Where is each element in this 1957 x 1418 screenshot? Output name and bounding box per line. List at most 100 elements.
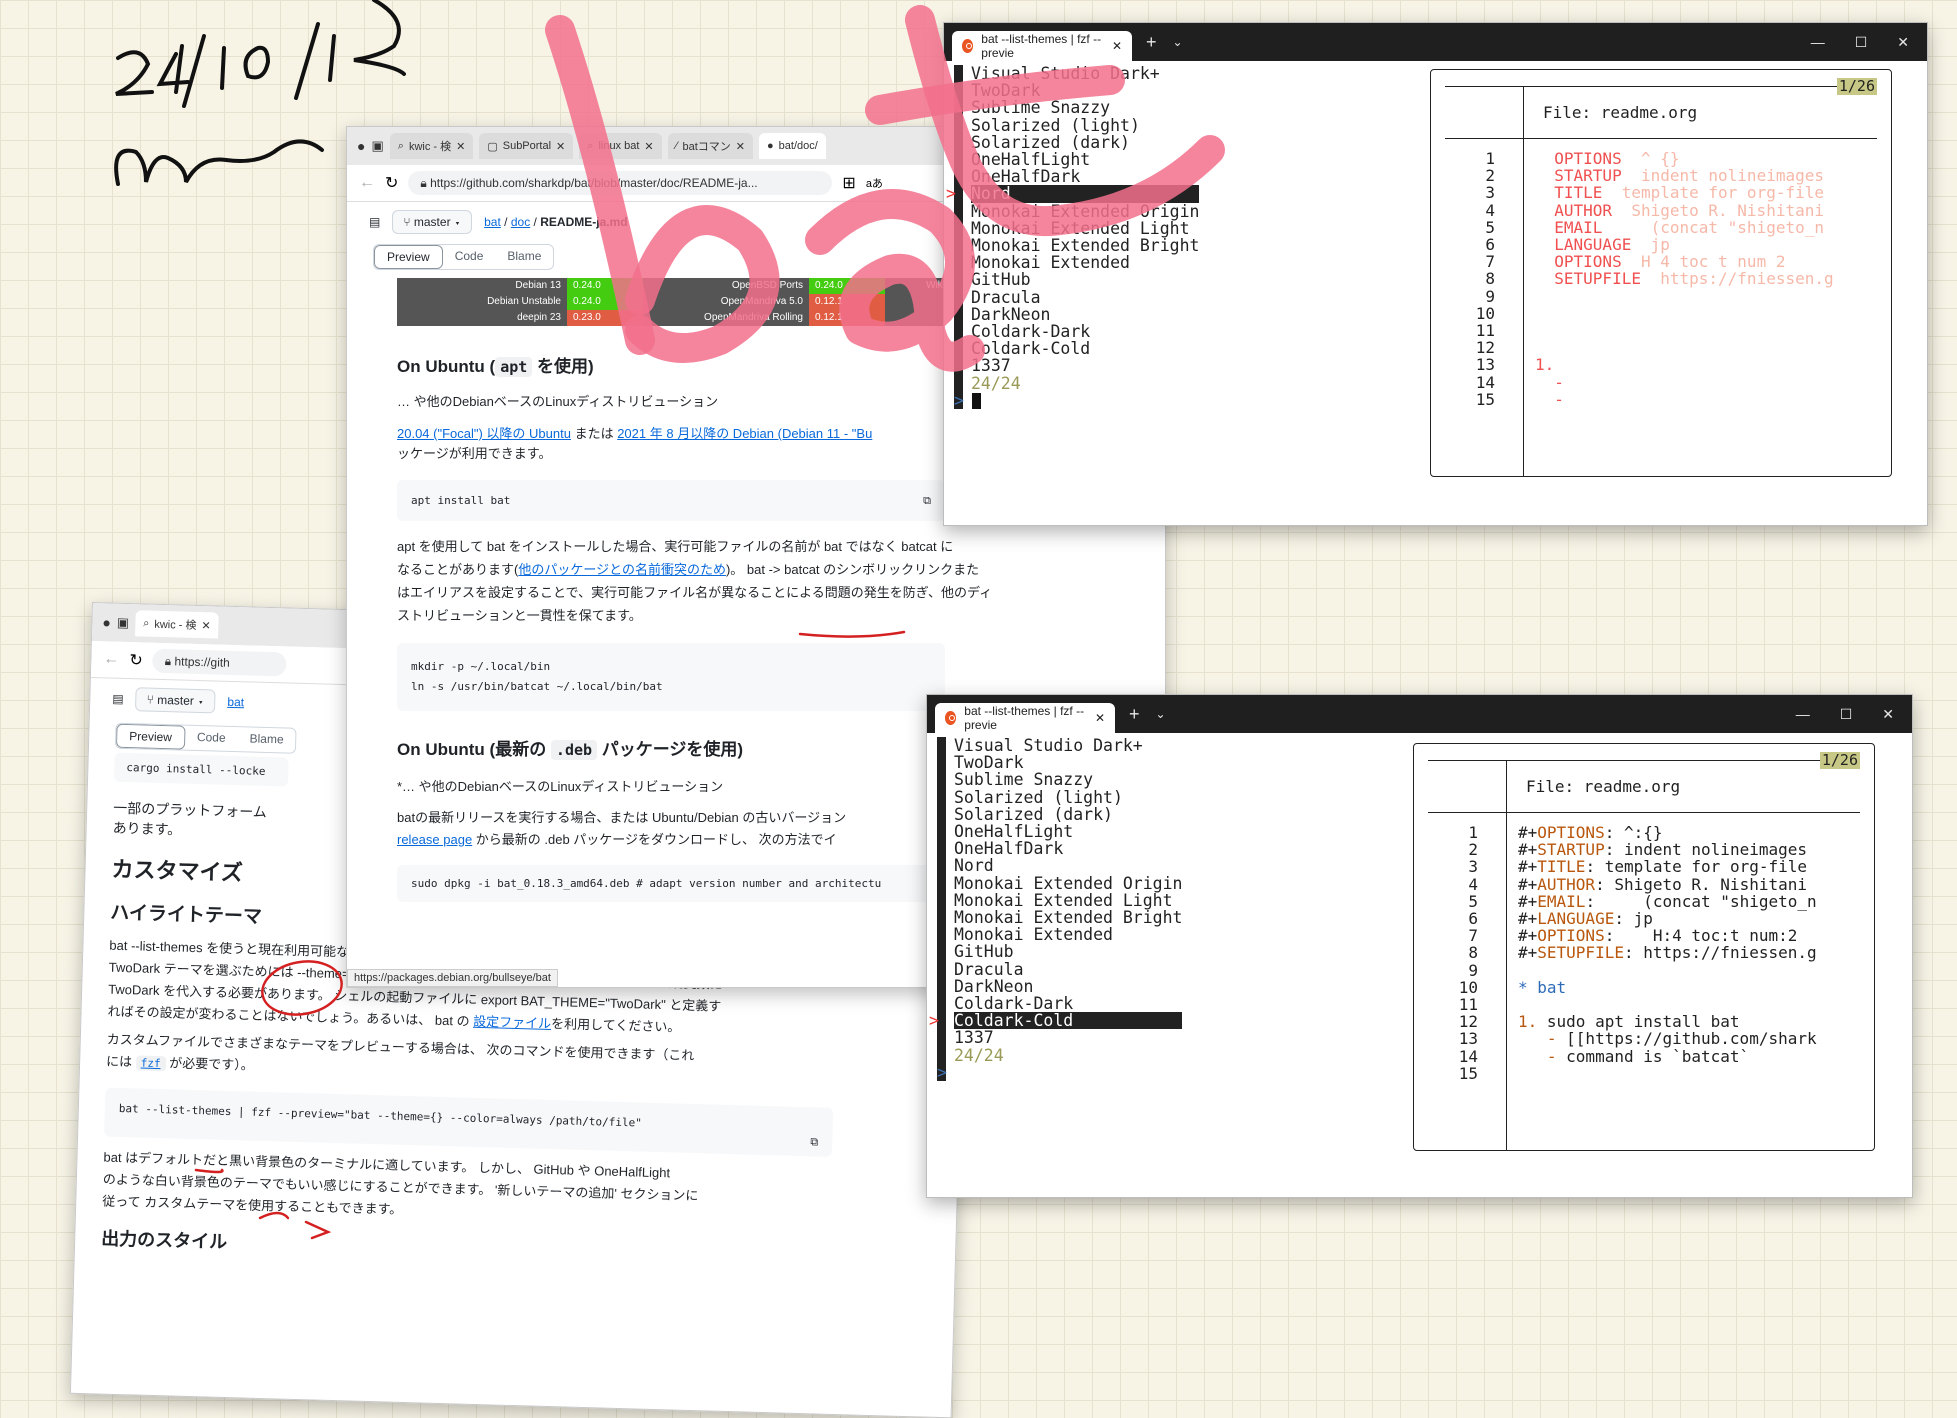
theme-item[interactable]: Sublime Snazzy [954, 771, 1182, 788]
theme-item[interactable]: Monokai Extended Bright [971, 237, 1199, 254]
theme-item[interactable]: Monokai Extended Light [954, 892, 1182, 909]
close-window-icon[interactable]: ✕ [1882, 706, 1894, 723]
theme-item[interactable]: GitHub [971, 271, 1199, 288]
breadcrumb-dir[interactable]: doc [511, 215, 530, 229]
translate-icon[interactable]: aあ [866, 175, 883, 191]
theme-item[interactable]: Monokai Extended Bright [954, 909, 1182, 926]
theme-item[interactable]: TwoDark [954, 754, 1182, 771]
close-icon[interactable]: ✕ [644, 140, 653, 153]
theme-item[interactable]: Visual Studio Dark+ [954, 737, 1182, 754]
theme-item[interactable]: OneHalfLight [954, 823, 1182, 840]
tab-group-icon[interactable]: ▣ [117, 615, 130, 631]
tab-code[interactable]: Code [443, 245, 496, 269]
terminal-tab[interactable]: bat --list-themes | fzf --previe ✕ [935, 703, 1115, 733]
breadcrumb-repo[interactable]: bat [484, 215, 501, 229]
minimize-icon[interactable]: — [1796, 706, 1810, 723]
theme-item[interactable]: Coldark-Cold [971, 340, 1199, 357]
theme-item[interactable]: Monokai Extended Origin [954, 875, 1182, 892]
copy-icon[interactable]: ⧉ [810, 1135, 818, 1149]
theme-item[interactable]: > Coldark-Cold [929, 1012, 1183, 1030]
profile-icon[interactable]: ● [102, 614, 111, 630]
tab-group-icon[interactable]: ▣ [371, 138, 383, 154]
theme-item[interactable]: 1337 [971, 357, 1199, 374]
tab-preview[interactable]: Preview [374, 245, 443, 269]
close-icon[interactable]: ✕ [1095, 711, 1105, 725]
theme-item[interactable]: > Nord [946, 185, 1200, 203]
url-field[interactable]: 🔒︎ https://gith [152, 648, 288, 677]
back-icon[interactable]: ← [359, 174, 375, 192]
breadcrumb-repo[interactable]: bat [227, 695, 244, 709]
theme-item[interactable]: Nord [954, 857, 1182, 874]
browser-back-tab[interactable]: ⌕ kwic - 検 ✕ [134, 610, 220, 639]
theme-item[interactable]: Dracula [971, 289, 1199, 306]
close-icon[interactable]: ✕ [201, 619, 211, 632]
branch-selector[interactable]: ⑂ master ▾ [135, 687, 216, 714]
theme-item[interactable]: Solarized (dark) [971, 134, 1199, 151]
new-tab-button[interactable]: + [1146, 32, 1157, 53]
url-field[interactable]: 🔒︎ https://github.com/sharkdp/bat/blob/m… [408, 171, 833, 195]
code-line: STARTUP indent nolineimages [1535, 167, 1834, 184]
org-prefix: #+ [1518, 823, 1538, 842]
theme-item[interactable]: OneHalfDark [971, 168, 1199, 185]
name-collision-link[interactable]: 他のパッケージとの名前衝突のため [518, 562, 726, 577]
branch-selector[interactable]: ⑂ master ▾ [392, 210, 473, 234]
tab-kwic[interactable]: ⌕ kwic - 検 ✕ [389, 133, 474, 159]
maximize-icon[interactable]: ☐ [1855, 34, 1868, 51]
theme-item[interactable]: Dracula [954, 961, 1182, 978]
chevron-down-icon[interactable]: ⌄ [1156, 707, 1166, 721]
close-icon[interactable]: ✕ [456, 140, 465, 153]
tab-bat-command[interactable]: ⁄ batコマン ✕ [667, 133, 753, 159]
theme-item[interactable]: Solarized (dark) [954, 806, 1182, 823]
tab-preview[interactable]: Preview [115, 723, 186, 750]
config-file-link[interactable]: 設定ファイル [473, 1014, 551, 1031]
debian-11-link[interactable]: 2021 年 8 月以降の Debian (Debian 11 - "Bu [617, 426, 872, 441]
minimize-icon[interactable]: — [1811, 34, 1825, 51]
back-icon[interactable]: ← [103, 650, 119, 668]
tab-blame[interactable]: Blame [237, 727, 296, 753]
ubuntu-focal-link[interactable]: 20.04 ("Focal") 以降の Ubuntu [397, 426, 571, 441]
distro-name: Debian Unstable [397, 294, 567, 310]
theme-item[interactable]: GitHub [954, 943, 1182, 960]
theme-item[interactable]: OneHalfDark [954, 840, 1182, 857]
theme-item[interactable]: Coldark-Dark [971, 323, 1199, 340]
sidebar-toggle-icon[interactable]: ▤ [112, 692, 124, 706]
close-icon[interactable]: ✕ [556, 140, 565, 153]
theme-item[interactable]: Solarized (light) [971, 117, 1199, 134]
theme-item[interactable]: Coldark-Dark [954, 995, 1182, 1012]
profile-icon[interactable]: ● [357, 138, 365, 154]
release-page-link[interactable]: release page [397, 832, 472, 847]
tab-subportal[interactable]: ▢ SubPortal ✕ [479, 133, 574, 159]
new-tab-button[interactable]: + [1129, 704, 1140, 725]
reload-icon[interactable]: ↻ [385, 173, 398, 193]
theme-item[interactable]: Solarized (light) [954, 789, 1182, 806]
chevron-down-icon[interactable]: ⌄ [1173, 35, 1183, 49]
theme-item[interactable]: Visual Studio Dark+ [971, 65, 1199, 82]
theme-item[interactable]: 1337 [954, 1029, 1182, 1046]
tab-code[interactable]: Code [185, 726, 238, 751]
theme-item[interactable]: OneHalfLight [971, 151, 1199, 168]
split-view-icon[interactable]: ⊞ [842, 173, 855, 193]
close-icon[interactable]: ✕ [1112, 39, 1122, 53]
copy-icon[interactable]: ⧉ [923, 494, 931, 508]
fzf-code[interactable]: fzf [135, 1055, 166, 1072]
preview-rule-top [1445, 86, 1877, 87]
theme-item[interactable]: Sublime Snazzy [971, 99, 1199, 116]
tab-blame[interactable]: Blame [495, 245, 553, 269]
line-number: 11 [1475, 321, 1495, 341]
theme-item[interactable]: DarkNeon [971, 306, 1199, 323]
theme-item[interactable]: TwoDark [971, 82, 1199, 99]
theme-item[interactable]: Monokai Extended Origin [971, 203, 1199, 220]
tab-linux-bat[interactable]: ⌕ linux bat ✕ [579, 133, 662, 159]
theme-item[interactable]: DarkNeon [954, 978, 1182, 995]
reload-icon[interactable]: ↻ [129, 650, 143, 670]
close-icon[interactable]: ✕ [736, 140, 745, 153]
theme-item[interactable]: Monokai Extended [954, 926, 1182, 943]
distro-name: deepin 23 [397, 310, 567, 326]
tab-bat-doc[interactable]: ● bat/doc/ [759, 133, 826, 159]
terminal-tab[interactable]: bat --list-themes | fzf --previe ✕ [952, 31, 1132, 61]
close-window-icon[interactable]: ✕ [1897, 34, 1909, 51]
maximize-icon[interactable]: ☐ [1840, 706, 1853, 723]
theme-item[interactable]: Monokai Extended Light [971, 220, 1199, 237]
sidebar-toggle-icon[interactable]: ▤ [369, 215, 380, 229]
theme-item[interactable]: Monokai Extended [971, 254, 1199, 271]
